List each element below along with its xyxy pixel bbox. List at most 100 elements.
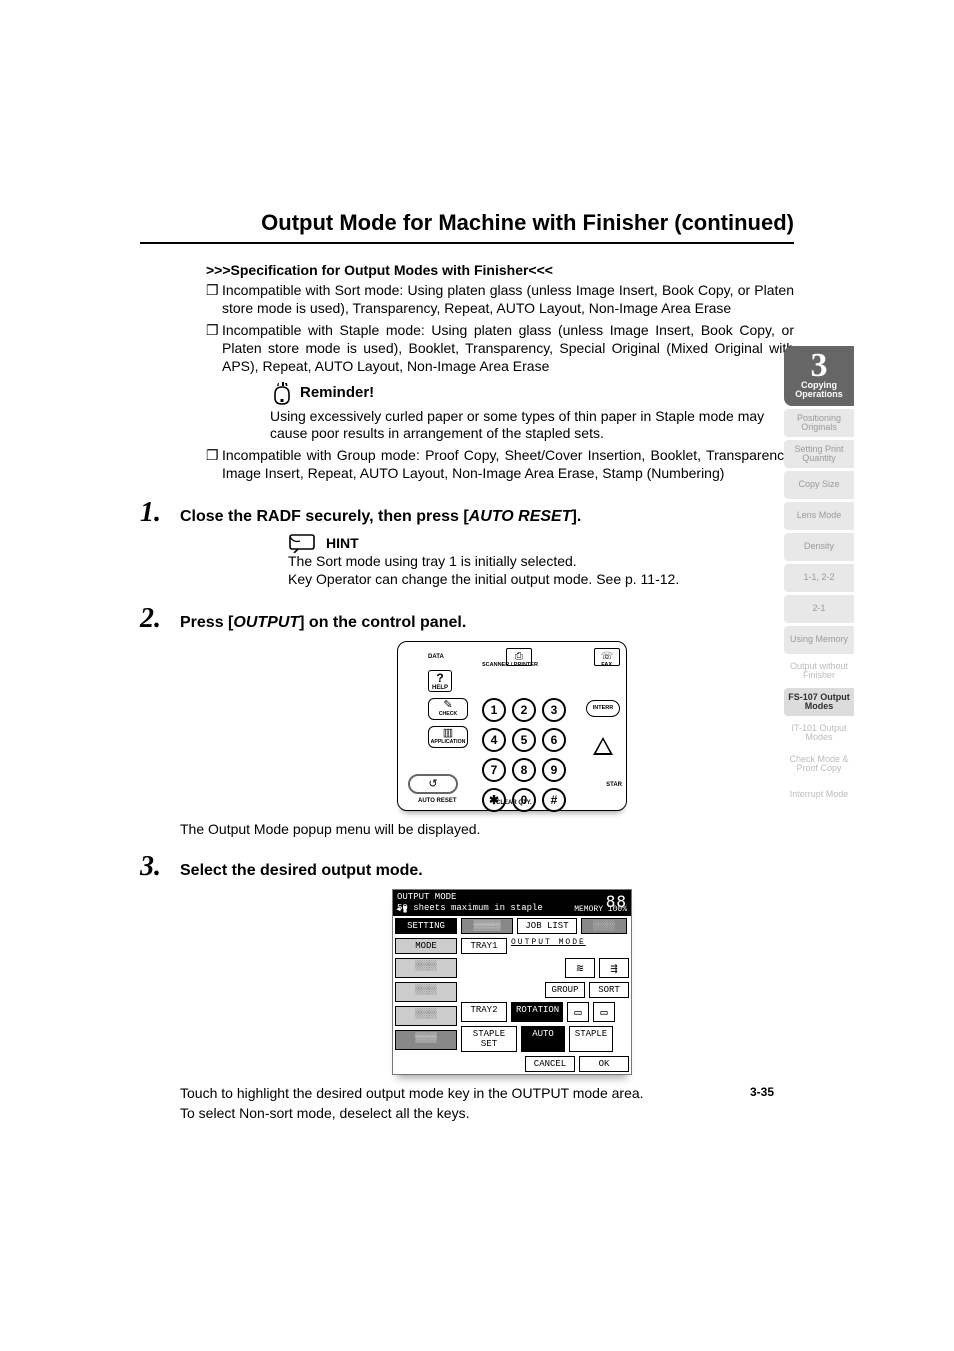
step-3-after-1: Touch to highlight the desired output mo… — [180, 1085, 794, 1101]
step-number-2: 2. — [140, 603, 180, 635]
panel-fax-label: FAX — [601, 662, 612, 668]
screen-left-c: ░░░░ — [395, 1006, 457, 1026]
keypad-1: 1 — [482, 698, 506, 722]
panel-scannerprinter-label: SCANNER / PRINTER — [482, 662, 538, 668]
step-2-after: The Output Mode popup menu will be displ… — [180, 821, 794, 837]
autoreset-icon: ↺ — [428, 777, 437, 790]
pencil-icon: ✎ — [443, 700, 452, 711]
panel-check-label: CHECK — [439, 711, 457, 717]
step-2-title-a: Press [ — [180, 614, 233, 631]
sort-icon: ⇶ — [599, 958, 629, 978]
screen-auto-button: AUTO — [521, 1026, 565, 1052]
screen-tray2-button: TRAY2 — [461, 1002, 507, 1022]
spec-item: Incompatible with Sort mode: Using plate… — [222, 282, 794, 318]
keypad-9: 9 — [542, 758, 566, 782]
sidebar-tabs: 3 Copying Operations Positioning Origina… — [784, 346, 854, 809]
screen-mode-tab: MODE — [395, 938, 457, 954]
step-1-title: Close the RADF securely, then press [AUT… — [180, 508, 581, 526]
screen-title: OUTPUT MODE — [397, 892, 627, 903]
panel-application-button: ▥ APPLICATION — [428, 726, 468, 748]
spec-item: Incompatible with Group mode: Proof Copy… — [222, 447, 794, 483]
keypad-2: 2 — [512, 698, 536, 722]
sidebar-chapter-badge: 3 Copying Operations — [784, 346, 854, 406]
sidebar-tab-copy-size[interactable]: Copy Size — [784, 471, 854, 499]
group-icon: ≋ — [565, 958, 595, 978]
screen-memory: MEMORY 100% — [574, 905, 627, 915]
sidebar-tab-it101-output-modes[interactable]: IT-101 Output Modes — [784, 719, 854, 747]
step-number-3: 3. — [140, 851, 180, 883]
sidebar-tab-fs107-output-modes[interactable]: FS-107 Output Modes — [784, 688, 854, 716]
hint-label: HINT — [326, 535, 359, 551]
sidebar-tab-positioning[interactable]: Positioning Originals — [784, 409, 854, 437]
bullet-icon: ❐ — [206, 282, 222, 318]
step-1-title-b: ]. — [572, 508, 582, 525]
spec-heading: >>>Specification for Output Modes with F… — [206, 262, 884, 278]
sidebar-tab-output-without-finisher[interactable]: Output without Finisher — [784, 657, 854, 685]
panel-data-label: DATA — [428, 654, 444, 660]
panel-keypad: 1 2 3 4 5 6 7 8 9 ✱ 0 # — [482, 698, 574, 812]
screen-left-d: ▒▒▒▒ — [395, 1030, 457, 1050]
keypad-4: 4 — [482, 728, 506, 752]
screen-joblist-button: JOB LIST — [517, 918, 577, 934]
reminder-body: Using excessively curled paper or some t… — [270, 408, 794, 444]
screen-rotation-button: ROTATION — [511, 1002, 563, 1022]
screen-left-b: ░░░░ — [395, 982, 457, 1002]
bullet-icon: ❐ — [206, 447, 222, 483]
screen-ok-button: OK — [579, 1056, 629, 1072]
sidebar-tab-interrupt-mode[interactable]: Interrupt Mode — [784, 781, 854, 809]
step-number-1: 1. — [140, 497, 180, 529]
step-1-title-em: AUTO RESET — [469, 508, 572, 525]
bullet-icon: ❐ — [206, 322, 222, 376]
sidebar-tab-2-1[interactable]: 2-1 — [784, 595, 854, 623]
panel-check-button: ✎ CHECK — [428, 698, 468, 720]
reminder-label: Reminder! — [300, 384, 374, 401]
back-arrow-icon: ◂▮ — [395, 904, 408, 918]
panel-start-label: STAR — [606, 782, 622, 788]
sidebar-tab-lens-mode[interactable]: Lens Mode — [784, 502, 854, 530]
sidebar-tab-check-mode-proof[interactable]: Check Mode & Proof Copy — [784, 750, 854, 778]
keypad-6: 6 — [542, 728, 566, 752]
step-2-title-em: OUTPUT — [233, 614, 299, 631]
control-panel-figure: DATA ⎙ ☏ SCANNER / PRINTER FAX ? HELP ✎ … — [397, 641, 627, 811]
spec-item: Incompatible with Staple mode: Using pla… — [222, 322, 794, 376]
help-question-icon: ? — [436, 671, 443, 685]
sidebar-tab-using-memory[interactable]: Using Memory — [784, 626, 854, 654]
panel-clearqty-label: CLEAR QTY. — [496, 800, 532, 806]
sidebar-tab-1-1-2-2[interactable]: 1-1, 2-2 — [784, 564, 854, 592]
sidebar-chapter-l2: Operations — [795, 390, 843, 399]
step-1-title-a: Close the RADF securely, then press [ — [180, 508, 469, 525]
sidebar-tab-setting-print-qty[interactable]: Setting Print Quantity — [784, 440, 854, 468]
screen-setting-tab: SETTING — [395, 918, 457, 934]
sidebar-chapter-number: 3 — [811, 352, 828, 381]
screen-staple-button: STAPLE — [569, 1026, 613, 1052]
keypad-8: 8 — [512, 758, 536, 782]
panel-interrupt-button: INTERR — [586, 700, 620, 717]
step-2-title-b: ] on the control panel. — [299, 614, 466, 631]
staple-icon-a: ▭ — [567, 1002, 589, 1022]
keypad-3: 3 — [542, 698, 566, 722]
step-3-after-2: To select Non-sort mode, deselect all th… — [180, 1105, 794, 1121]
panel-autoreset-button: ↺ — [408, 774, 458, 794]
output-mode-screen-figure: OUTPUT MODE 50 sheets maximum in staple … — [392, 889, 632, 1076]
screen-hatched-1: ▒▒▒▒▒ — [461, 918, 513, 934]
panel-interrupt-label: INTERR — [593, 705, 613, 711]
screen-hatched-2: ░░░░ — [581, 918, 627, 934]
application-icon: ▥ — [443, 728, 453, 739]
panel-help-button: ? HELP — [428, 670, 452, 692]
spec-list-2: ❐ Incompatible with Group mode: Proof Co… — [206, 447, 794, 483]
sidebar-tab-density[interactable]: Density — [784, 533, 854, 561]
panel-help-label: HELP — [432, 685, 448, 691]
hint-icon — [288, 533, 320, 553]
reminder-icon — [270, 380, 294, 406]
keypad-7: 7 — [482, 758, 506, 782]
screen-tray1-button: TRAY1 — [461, 938, 507, 954]
screen-cancel-button: CANCEL — [525, 1056, 575, 1072]
spec-list: ❐ Incompatible with Sort mode: Using pla… — [206, 282, 794, 376]
step-2-title: Press [OUTPUT] on the control panel. — [180, 614, 466, 632]
chapter-title: Output Mode for Machine with Finisher (c… — [140, 210, 794, 244]
panel-stop-icon — [586, 737, 620, 755]
screen-sort-button: SORT — [589, 982, 629, 998]
panel-application-label: APPLICATION — [431, 739, 466, 745]
screen-stapleset-button: STAPLE SET — [461, 1026, 517, 1052]
screen-outputmode-label: OUTPUT MODE — [509, 936, 629, 947]
